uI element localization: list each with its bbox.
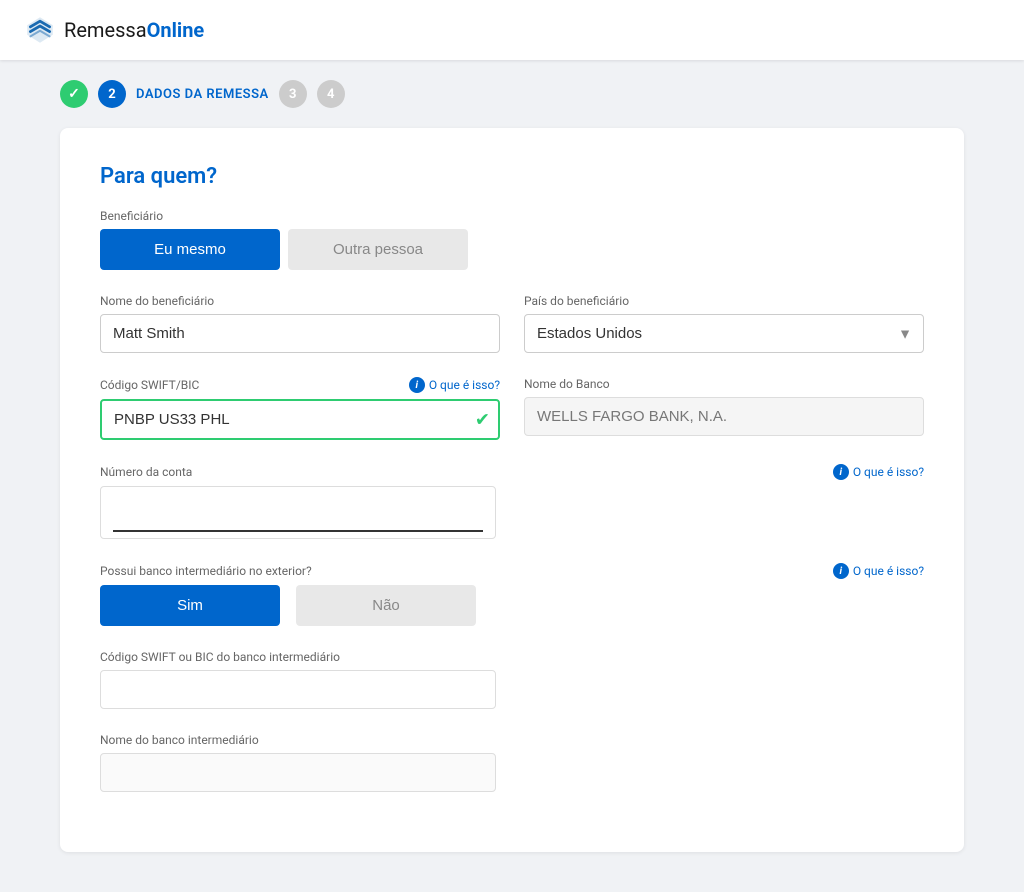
swift-intermediario-wrapper	[100, 670, 496, 709]
intermediario-section: Possui banco intermediário no exterior? …	[100, 563, 924, 626]
step-2-active: 2	[98, 80, 126, 108]
outra-pessoa-button[interactable]: Outra pessoa	[288, 229, 468, 270]
swift-input-wrapper: ✔	[100, 399, 500, 440]
swift-label-row: Código SWIFT/BIC i O que é isso?	[100, 377, 500, 393]
info-icon-2: i	[833, 464, 849, 480]
step-3: 3	[279, 80, 307, 108]
nome-banco-intermediario-section: Nome do banco intermediário	[100, 733, 924, 792]
nao-button[interactable]: Não	[296, 585, 476, 626]
header: RemessaOnline	[0, 0, 1024, 60]
numero-conta-input[interactable]	[113, 493, 483, 532]
nome-banco-intermediario-wrapper	[100, 753, 496, 792]
pais-beneficiario-label: País do beneficiário	[524, 294, 924, 308]
swift-label: Código SWIFT/BIC	[100, 378, 199, 392]
beneficiary-label: Beneficiário	[100, 209, 924, 223]
info-icon-3: i	[833, 563, 849, 579]
nome-banco-field: Nome do Banco	[524, 377, 924, 440]
step-4: 4	[317, 80, 345, 108]
numero-conta-label: Número da conta	[100, 465, 192, 479]
intermediario-info-link[interactable]: i O que é isso?	[833, 563, 924, 579]
numero-conta-section: Número da conta i O que é isso?	[100, 464, 924, 539]
nome-beneficiario-input[interactable]	[100, 314, 500, 353]
numero-conta-label-row: Número da conta i O que é isso?	[100, 464, 924, 480]
numero-conta-info-link[interactable]: i O que é isso?	[833, 464, 924, 480]
nome-pais-row: Nome do beneficiário País do beneficiári…	[100, 294, 924, 353]
nome-beneficiario-label: Nome do beneficiário	[100, 294, 500, 308]
intermediario-label-row: Possui banco intermediário no exterior? …	[100, 563, 924, 579]
eu-mesmo-button[interactable]: Eu mesmo	[100, 229, 280, 270]
nome-banco-intermediario-label: Nome do banco intermediário	[100, 733, 924, 747]
nome-banco-input	[524, 397, 924, 436]
steps-bar: ✓ 2 DADOS DA REMESSA 3 4	[0, 60, 1024, 128]
swift-intermediario-input[interactable]	[100, 670, 496, 709]
beneficiary-toggle-group: Eu mesmo Outra pessoa	[100, 229, 924, 270]
info-icon: i	[409, 377, 425, 393]
nome-banco-intermediario-input	[100, 753, 496, 792]
logo: RemessaOnline	[24, 14, 204, 46]
step-1-check: ✓	[60, 80, 88, 108]
sim-nao-toggle: Sim Não	[100, 585, 924, 626]
account-input-box	[100, 486, 496, 539]
sim-button[interactable]: Sim	[100, 585, 280, 626]
logo-icon	[24, 14, 56, 46]
nome-beneficiario-field: Nome do beneficiário	[100, 294, 500, 353]
swift-intermediario-section: Código SWIFT ou BIC do banco intermediár…	[100, 650, 924, 709]
numero-conta-input-wrapper	[100, 486, 496, 539]
intermediario-label: Possui banco intermediário no exterior?	[100, 564, 312, 578]
pais-beneficiario-field: País do beneficiário Estados Unidos Bras…	[524, 294, 924, 353]
step-2-label: DADOS DA REMESSA	[136, 87, 269, 102]
main-form-card: Para quem? Beneficiário Eu mesmo Outra p…	[60, 128, 964, 852]
form-title: Para quem?	[100, 164, 924, 189]
swift-info-link[interactable]: i O que é isso?	[409, 377, 500, 393]
check-icon: ✔	[475, 409, 490, 430]
pais-select-wrapper: Estados Unidos Brasil Portugal Alemanha …	[524, 314, 924, 353]
logo-text: RemessaOnline	[64, 18, 204, 42]
pais-select[interactable]: Estados Unidos Brasil Portugal Alemanha …	[524, 314, 924, 353]
nome-banco-label: Nome do Banco	[524, 377, 924, 391]
swift-banco-row: Código SWIFT/BIC i O que é isso? ✔ Nome …	[100, 377, 924, 440]
swift-intermediario-label: Código SWIFT ou BIC do banco intermediár…	[100, 650, 924, 664]
swift-input[interactable]	[100, 399, 500, 440]
swift-field: Código SWIFT/BIC i O que é isso? ✔	[100, 377, 500, 440]
